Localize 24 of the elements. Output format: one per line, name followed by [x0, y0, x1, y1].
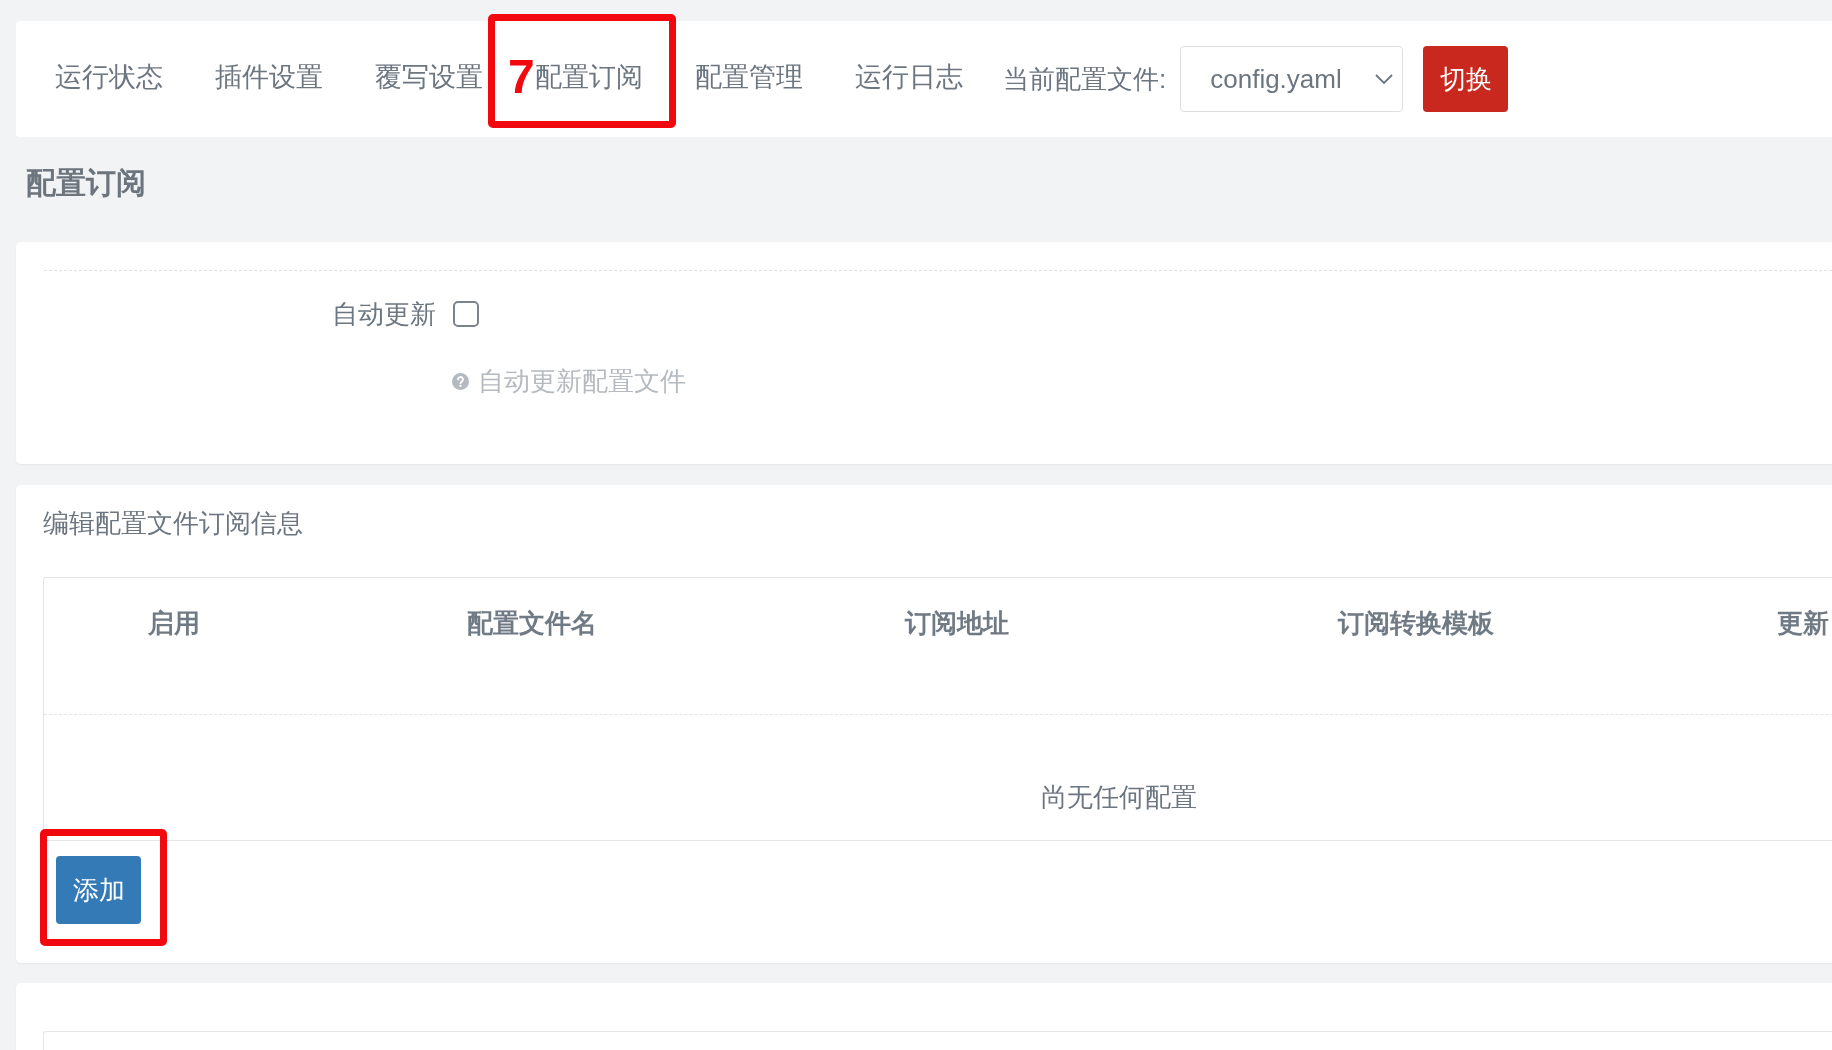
callout-number: 7 — [508, 53, 535, 101]
page-title: 配置订阅 — [26, 165, 146, 201]
nav-tab[interactable]: 配置订阅 — [534, 52, 663, 102]
switch-button[interactable]: 切换 — [1423, 46, 1509, 112]
nav-tab[interactable]: 运行状态 — [29, 52, 189, 102]
chevron-down-icon — [1375, 74, 1394, 84]
column-header: 订阅转换模板 — [1338, 608, 1494, 638]
config-file-label: 当前配置文件: — [1003, 62, 1167, 96]
column-header: 订阅地址 — [905, 608, 1009, 638]
nav-tab[interactable]: 插件设置 — [189, 52, 349, 102]
column-header: 更新 — [1777, 608, 1829, 638]
help-icon — [452, 372, 469, 390]
field-label: 自动更新 — [332, 297, 436, 331]
nav-tab[interactable]: 配置管理 — [669, 52, 829, 102]
config-select[interactable]: config.yaml — [1180, 46, 1404, 112]
checkbox[interactable] — [453, 301, 479, 327]
section-title: 编辑配置文件订阅信息 — [43, 508, 303, 538]
column-header: 配置文件名 — [467, 608, 597, 638]
empty-message: 尚无任何配置 — [1041, 782, 1197, 812]
help-text: 自动更新配置文件 — [478, 364, 686, 398]
nav-tab[interactable]: 运行日志 — [829, 52, 989, 102]
nav-tab[interactable]: 覆写设置 — [349, 52, 509, 102]
column-header: 启用 — [148, 608, 200, 638]
add-button[interactable]: 添加 — [56, 856, 141, 924]
